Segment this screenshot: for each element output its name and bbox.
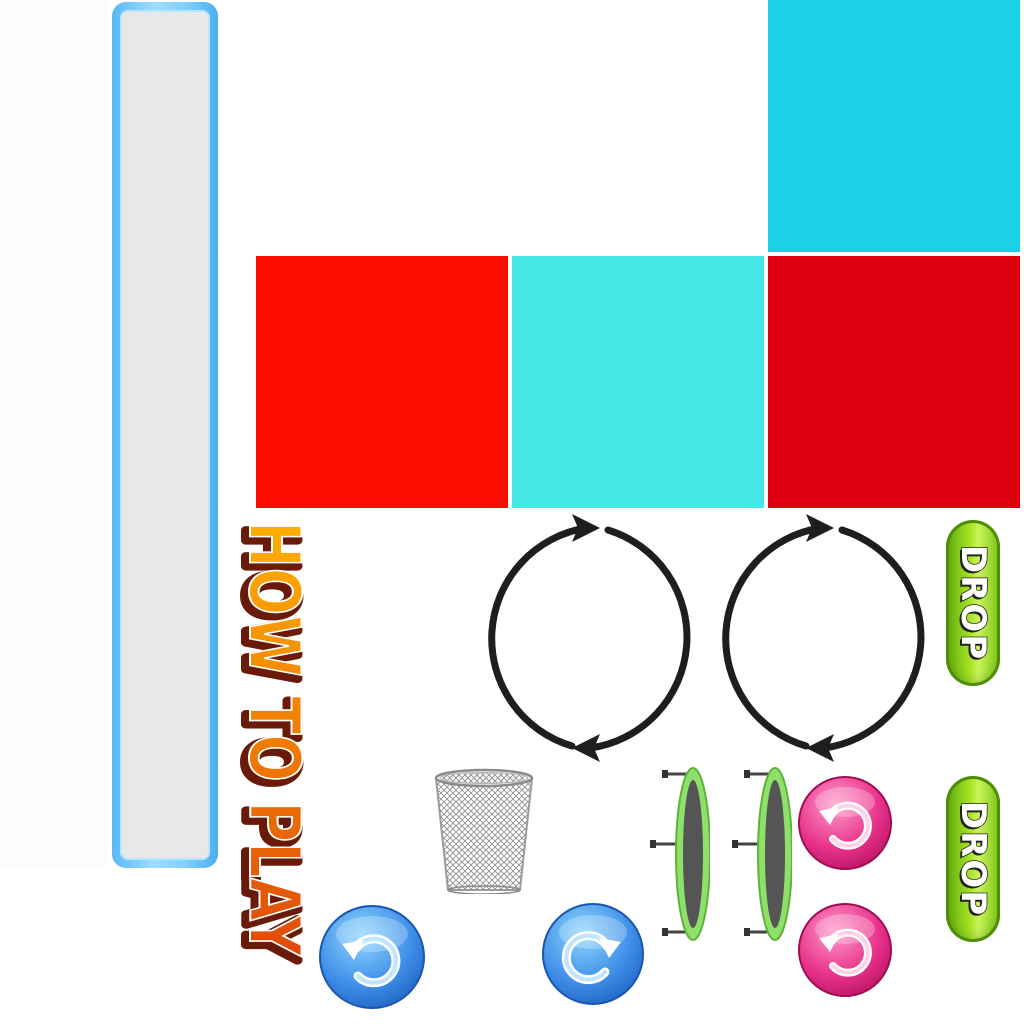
rotate-circle-arrows-icon bbox=[722, 514, 925, 762]
tile-red-1[interactable] bbox=[256, 256, 508, 508]
drop-button-label: DROP bbox=[952, 544, 994, 662]
background-strip bbox=[0, 0, 110, 870]
tile-cyan-2[interactable] bbox=[512, 256, 764, 508]
trampoline-icon bbox=[650, 767, 711, 941]
reset-arrow-icon bbox=[798, 903, 892, 997]
redo-button[interactable] bbox=[541, 902, 645, 1006]
undo-arrow-icon bbox=[319, 905, 425, 1009]
tile-cyan-top[interactable] bbox=[768, 0, 1020, 252]
trampoline-icon bbox=[732, 767, 793, 941]
reset-button-1[interactable] bbox=[797, 775, 893, 871]
drop-button-label: DROP bbox=[952, 800, 994, 918]
reset-arrow-icon bbox=[798, 776, 892, 870]
how-to-play-label: HOW TO PLAY bbox=[233, 521, 315, 957]
undo-button[interactable] bbox=[318, 904, 426, 1010]
trash-basket-icon bbox=[434, 768, 534, 895]
how-to-play-graphic: HOW TO PLAY HOW TO PLAY bbox=[224, 520, 316, 966]
trash-basket[interactable] bbox=[432, 766, 536, 895]
how-to-play-title[interactable]: HOW TO PLAY HOW TO PLAY bbox=[224, 515, 320, 966]
rotate-arrows-left[interactable] bbox=[468, 512, 708, 762]
trampoline-2[interactable] bbox=[732, 766, 793, 942]
trampoline-1[interactable] bbox=[650, 766, 711, 942]
drop-button-1[interactable]: DROP bbox=[946, 520, 1000, 686]
rotate-circle-arrows-icon bbox=[488, 514, 691, 762]
side-panel bbox=[112, 2, 218, 868]
rotate-arrows-right[interactable] bbox=[702, 512, 942, 762]
reset-button-2[interactable] bbox=[797, 902, 893, 998]
redo-arrow-icon bbox=[542, 903, 644, 1005]
drop-button-2[interactable]: DROP bbox=[946, 776, 1000, 942]
tile-red-3[interactable] bbox=[768, 256, 1020, 508]
side-panel-inner bbox=[120, 10, 210, 860]
